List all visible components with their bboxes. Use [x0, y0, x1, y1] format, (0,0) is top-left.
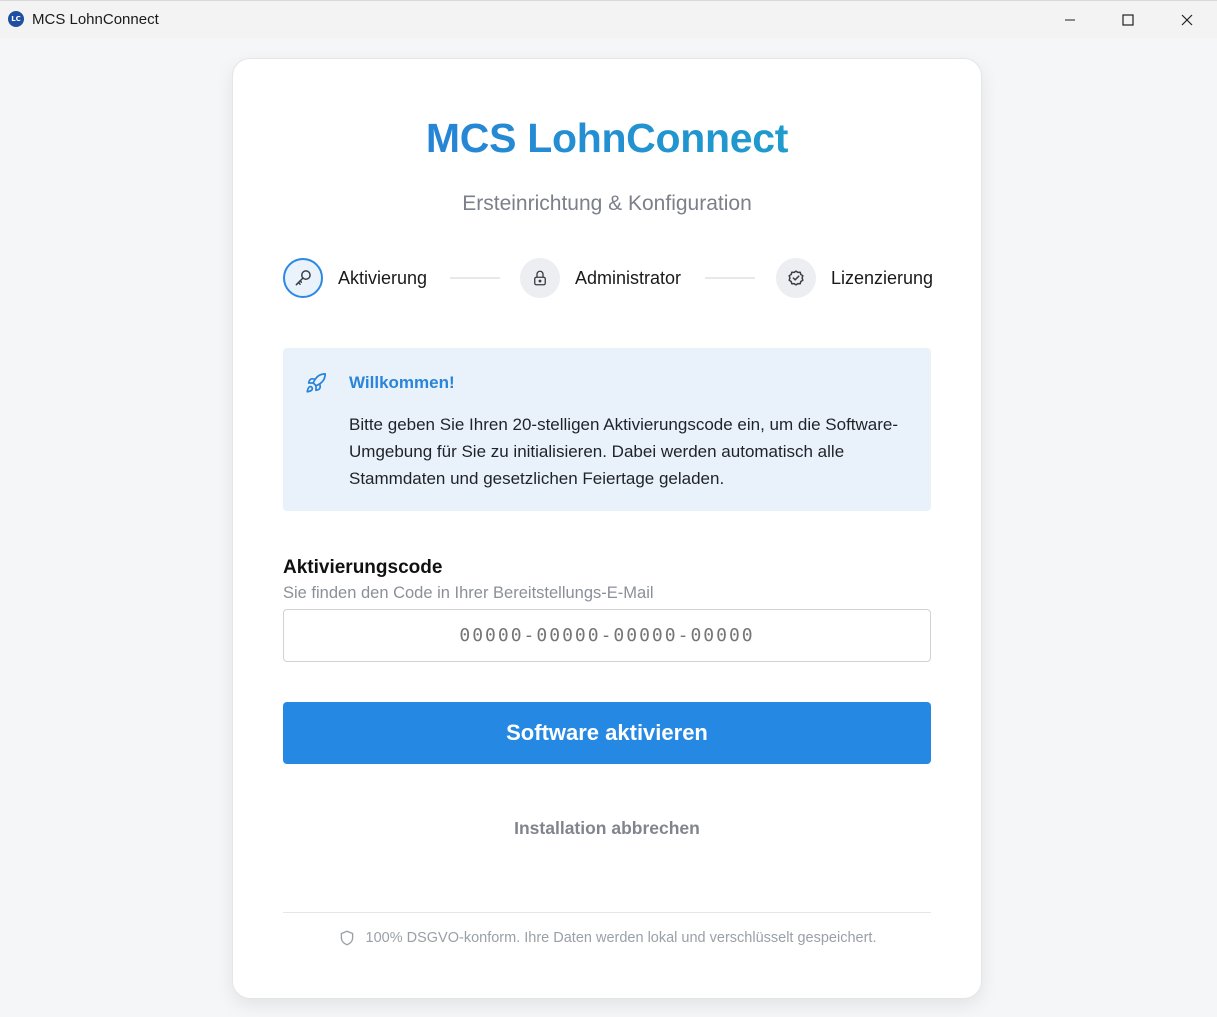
step-circle-administrator	[520, 258, 560, 298]
minimize-button[interactable]	[1041, 1, 1099, 39]
step-connector	[450, 277, 500, 279]
step-circle-activation	[283, 258, 323, 298]
footer-divider	[283, 912, 931, 913]
page-subtitle: Ersteinrichtung & Konfiguration	[462, 192, 752, 215]
step-label-activation: Aktivierung	[338, 267, 428, 288]
step-label-administrator: Administrator	[575, 267, 682, 288]
privacy-text: 100% DSGVO-konform. Ihre Daten werden lo…	[365, 930, 877, 946]
app-icon: LC	[8, 11, 24, 27]
step-administrator: Administrator	[520, 257, 681, 299]
key-icon	[295, 270, 311, 286]
info-title: Willkommen!	[349, 373, 455, 392]
cancel-installation-link[interactable]: Installation abbrechen	[233, 818, 981, 839]
activation-code-label: Aktivierungscode	[283, 557, 443, 578]
step-licensing: Lizenzierung	[776, 257, 933, 299]
rocket-icon	[305, 372, 327, 399]
brand-title: MCS LohnConnect	[233, 115, 981, 162]
content-area: MCS LohnConnect Ersteinrichtung & Konfig…	[0, 38, 1217, 1017]
activate-software-button[interactable]: Software aktivieren	[283, 702, 931, 764]
minimize-icon	[1065, 19, 1075, 21]
step-label-licensing: Lizenzierung	[831, 267, 934, 288]
window-title: MCS LohnConnect	[32, 11, 159, 28]
maximize-button[interactable]	[1099, 1, 1157, 39]
welcome-info-box: Willkommen! Bitte geben Sie Ihren 20-ste…	[283, 348, 931, 511]
step-connector	[705, 277, 755, 279]
lock-icon	[534, 270, 546, 286]
title-bar: LC MCS LohnConnect	[0, 0, 1217, 38]
maximize-icon	[1122, 14, 1134, 26]
close-button[interactable]	[1158, 1, 1216, 39]
activation-code-input[interactable]	[283, 609, 931, 662]
close-icon	[1181, 14, 1193, 26]
activation-code-hint: Sie finden den Code in Ihrer Bereitstell…	[283, 584, 654, 602]
privacy-footer: 100% DSGVO-konform. Ihre Daten werden lo…	[233, 929, 981, 947]
step-circle-licensing	[776, 258, 816, 298]
badge-check-icon	[788, 270, 804, 286]
setup-card: MCS LohnConnect Ersteinrichtung & Konfig…	[232, 58, 982, 999]
step-activation: Aktivierung	[283, 257, 427, 299]
info-text: Bitte geben Sie Ihren 20-stelligen Aktiv…	[349, 415, 899, 488]
shield-icon	[338, 929, 356, 947]
